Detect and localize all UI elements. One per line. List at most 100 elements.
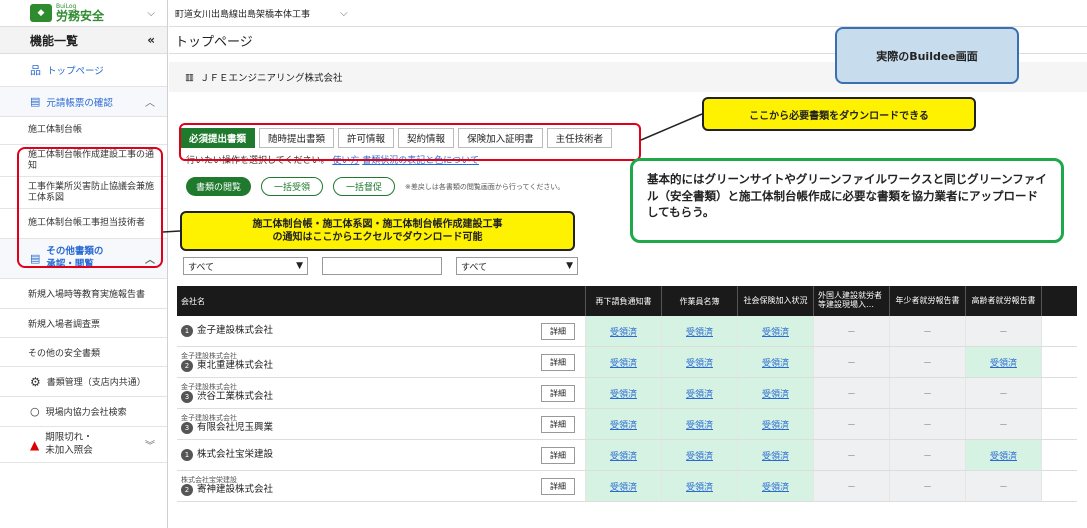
sidebar-item-partner-search[interactable]: ○ 現場内協力会社検索 xyxy=(0,397,167,427)
sidebar-item-new-worker-survey[interactable]: 新規入場者調査票 xyxy=(0,309,167,338)
logo-mark-icon: ◆ xyxy=(30,4,52,22)
status-cell[interactable]: 受領済 xyxy=(586,409,662,439)
status-value: 受領済 xyxy=(989,451,1017,462)
status-cell[interactable]: 受領済 xyxy=(966,347,1042,377)
sidebar-item-label-1: 期限切れ・ xyxy=(45,432,93,444)
status-cell[interactable]: 受領済 xyxy=(586,378,662,408)
status-value: － xyxy=(846,451,856,462)
detail-button[interactable]: 詳細 xyxy=(541,353,575,371)
status-value: － xyxy=(846,482,856,493)
status-cell[interactable]: 受領済 xyxy=(738,347,814,377)
status-cell[interactable]: 受領済 xyxy=(738,409,814,439)
document-icon: ▤ xyxy=(30,95,41,108)
status-cell[interactable]: 受領済 xyxy=(738,440,814,470)
status-value: － xyxy=(922,327,932,338)
building-icon: ▥ xyxy=(185,71,194,83)
status-cell[interactable]: 受領済 xyxy=(738,471,814,501)
status-value: － xyxy=(998,420,1008,431)
status-value: 受領済 xyxy=(761,358,789,369)
col-header-foreign: 外国人建設就労者等建設現場入… xyxy=(814,286,890,316)
sidebar-item-top-page[interactable]: 品 トップページ xyxy=(0,54,167,87)
project-selector[interactable]: 町道女川出島線出島架橋本体工事 ⌵ xyxy=(169,0,1087,27)
status-cell: － xyxy=(890,347,966,377)
status-cell[interactable]: 受領済 xyxy=(662,378,738,408)
sidebar-header: ◆ BuiLog 労務安全 ⌵ xyxy=(0,0,167,27)
status-value: － xyxy=(846,389,856,400)
status-value: 受領済 xyxy=(609,358,637,369)
status-cell[interactable]: 受領済 xyxy=(662,347,738,377)
detail-button[interactable]: 詳細 xyxy=(541,446,575,464)
status-cell[interactable]: 受領済 xyxy=(662,316,738,346)
detail-button[interactable]: 詳細 xyxy=(541,477,575,495)
status-value: 受領済 xyxy=(761,482,789,493)
company-name: 株式会社宝栄建設 xyxy=(197,449,274,461)
status-cell[interactable]: 受領済 xyxy=(586,316,662,346)
bulk-accept-button[interactable]: 一括受領 xyxy=(261,177,324,196)
status-value: 受領済 xyxy=(685,389,713,400)
parent-company: 金子建設株式会社 xyxy=(181,382,237,391)
search-icon: ○ xyxy=(30,405,40,418)
status-value: － xyxy=(998,389,1008,400)
table-body: 1 金子建設株式会社 詳細 受領済 受領済 受領済－－－金子建設株式会社 2 東北重建株式会社… xyxy=(177,316,1077,502)
status-cell: － xyxy=(814,440,890,470)
sidebar-section-contractor-forms[interactable]: ▤ 元請帳票の確認 ︿ xyxy=(0,87,167,117)
status-cell: － xyxy=(814,316,890,346)
company-cell: 金子建設株式会社 2 東北重建株式会社 詳細 xyxy=(177,347,586,377)
sidebar-item-label: 新規入場時等教育実施報告書 xyxy=(28,290,146,300)
chevron-down-icon[interactable]: ⌵ xyxy=(147,8,155,19)
company-name: 有限会社児玉興業 xyxy=(197,422,274,434)
status-cell: － xyxy=(890,316,966,346)
company-name-input[interactable] xyxy=(322,257,442,275)
logo[interactable]: ◆ BuiLog 労務安全 xyxy=(30,4,104,22)
status-value: － xyxy=(846,358,856,369)
sidebar-item-label: トップページ xyxy=(47,66,104,77)
highlight-sidebar-frame xyxy=(17,147,163,268)
view-docs-button[interactable]: 書類の閲覧 xyxy=(186,177,252,196)
sidebar-title-label: 機能一覧 xyxy=(30,33,79,48)
status-cell[interactable]: 受領済 xyxy=(662,440,738,470)
status-value: 受領済 xyxy=(609,451,637,462)
bulk-remind-button[interactable]: 一括督促 xyxy=(333,177,396,196)
status-select[interactable]: すべて ▼ xyxy=(456,257,578,275)
company-name: ＪＦＥエンジニアリング株式会社 xyxy=(199,73,343,84)
detail-button[interactable]: 詳細 xyxy=(541,322,575,340)
status-cell: － xyxy=(966,316,1042,346)
callout-green-file: 基本的にはグリーンサイトやグリーンファイルワークスと同じグリーンファイル（安全書… xyxy=(630,158,1064,243)
status-cell[interactable]: 受領済 xyxy=(586,440,662,470)
status-cell[interactable]: 受領済 xyxy=(966,440,1042,470)
sidebar-item-expired[interactable]: ▲ 期限切れ・ 未加入照会 ︾ xyxy=(0,427,167,463)
caret-down-icon: ▼ xyxy=(296,261,303,271)
detail-button[interactable]: 詳細 xyxy=(541,384,575,402)
status-value: 受領済 xyxy=(609,482,637,493)
company-cell: 金子建設株式会社 3 渋谷工業株式会社 詳細 xyxy=(177,378,586,408)
tier-badge: 2 xyxy=(181,484,193,497)
status-value: 受領済 xyxy=(609,327,637,338)
highlight-tabs-frame xyxy=(179,123,641,161)
company-name: 渋谷工業株式会社 xyxy=(197,391,274,403)
chevron-down-icon: ⌵ xyxy=(340,7,348,19)
status-cell[interactable]: 受領済 xyxy=(738,316,814,346)
chevron-down-icon: ︾ xyxy=(145,441,155,452)
status-cell[interactable]: 受領済 xyxy=(662,471,738,501)
sidebar-item-label: 書類管理（支店内共通） xyxy=(46,378,146,388)
tier-badge: 3 xyxy=(181,391,193,404)
status-cell[interactable]: 受領済 xyxy=(586,471,662,501)
collapse-sidebar-icon[interactable]: « xyxy=(147,33,155,47)
sidebar-item-construction-register[interactable]: 施工体制台帳 xyxy=(0,117,167,145)
sidebar-item-other-safety-docs[interactable]: その他の安全書類 xyxy=(0,338,167,367)
status-value: － xyxy=(998,482,1008,493)
detail-button[interactable]: 詳細 xyxy=(541,415,575,433)
sidebar-item-education-report[interactable]: 新規入場時等教育実施報告書 xyxy=(0,279,167,309)
callout-excel-line1: 施工体制台帳・施工体系図・施工体制台帳作成建設工事 xyxy=(252,219,503,230)
status-cell: － xyxy=(966,471,1042,501)
first-tier-select[interactable]: すべて ▼ xyxy=(183,257,308,275)
project-name: 町道女川出島線出島架橋本体工事 xyxy=(175,9,311,20)
table-row: 1 株式会社宝栄建設 詳細 受領済 受領済 受領済 － － 受領済 xyxy=(177,440,1077,471)
status-value: 受領済 xyxy=(685,451,713,462)
sidebar-item-label: 施工体制台帳 xyxy=(28,125,83,136)
status-cell[interactable]: 受領済 xyxy=(662,409,738,439)
status-cell[interactable]: 受領済 xyxy=(586,347,662,377)
status-cell[interactable]: 受領済 xyxy=(738,378,814,408)
company-name: 金子建設株式会社 xyxy=(197,325,274,337)
sidebar-item-doc-management[interactable]: ⚙ 書類管理（支店内共通） xyxy=(0,367,167,397)
